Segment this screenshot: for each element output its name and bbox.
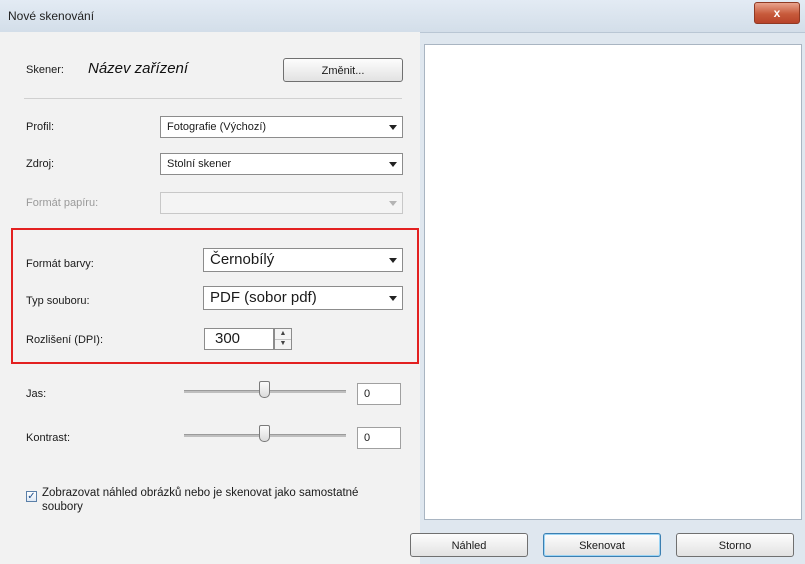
contrast-label: Kontrast: (26, 432, 71, 444)
source-select[interactable]: Stolní skener (160, 153, 403, 175)
preview-button[interactable]: Náhled (410, 533, 528, 557)
file-type-label: Typ souboru: (26, 295, 90, 307)
profile-label: Profil: (26, 121, 55, 133)
paper-format-label: Formát papíru: (26, 197, 99, 209)
resolution-stepper[interactable]: ▲ ▼ (274, 328, 292, 350)
scanner-label: Skener: (26, 64, 64, 76)
separator (24, 98, 402, 99)
profile-select[interactable]: Fotografie (Výchozí) (160, 116, 403, 138)
file-type-value: PDF (sobor pdf) (210, 289, 317, 306)
file-type-select[interactable]: PDF (sobor pdf) (203, 286, 403, 310)
source-label: Zdroj: (26, 158, 55, 170)
preview-area (424, 44, 802, 520)
profile-value: Fotografie (Výchozí) (167, 121, 267, 133)
brightness-slider-thumb[interactable] (259, 381, 270, 398)
chevron-down-icon (389, 201, 397, 206)
color-format-value: Černobílý (210, 251, 275, 268)
separate-files-checkbox[interactable]: ✓ (26, 491, 37, 502)
color-format-label: Formát barvy: (26, 258, 94, 270)
close-button[interactable]: x (754, 2, 800, 24)
resolution-input[interactable]: 300 (204, 328, 274, 350)
checkmark-icon: ✓ (27, 491, 36, 502)
chevron-down-icon (389, 258, 397, 263)
resolution-label: Rozlišení (DPI): (26, 334, 104, 346)
separate-files-label[interactable]: Zobrazovat náhled obrázků nebo je skenov… (42, 486, 392, 514)
close-icon: x (773, 6, 781, 20)
source-value: Stolní skener (167, 158, 232, 170)
contrast-input[interactable]: 0 (357, 427, 401, 449)
chevron-down-icon (389, 162, 397, 167)
brightness-label: Jas: (26, 388, 47, 400)
scan-button[interactable]: Skenovat (543, 533, 661, 557)
paper-format-select[interactable] (160, 192, 403, 214)
chevron-down-icon (389, 125, 397, 130)
contrast-slider-thumb[interactable] (259, 425, 270, 442)
scanner-device-name: Název zařízení (88, 60, 189, 77)
color-format-select[interactable]: Černobílý (203, 248, 403, 272)
window-title: Nové skenování (8, 9, 95, 23)
chevron-down-icon (389, 296, 397, 301)
cancel-button[interactable]: Storno (676, 533, 794, 557)
change-scanner-button[interactable]: Změnit... (283, 58, 403, 82)
title-bar: Nové skenování x (0, 0, 805, 33)
spin-down-icon[interactable]: ▼ (275, 339, 291, 349)
brightness-input[interactable]: 0 (357, 383, 401, 405)
